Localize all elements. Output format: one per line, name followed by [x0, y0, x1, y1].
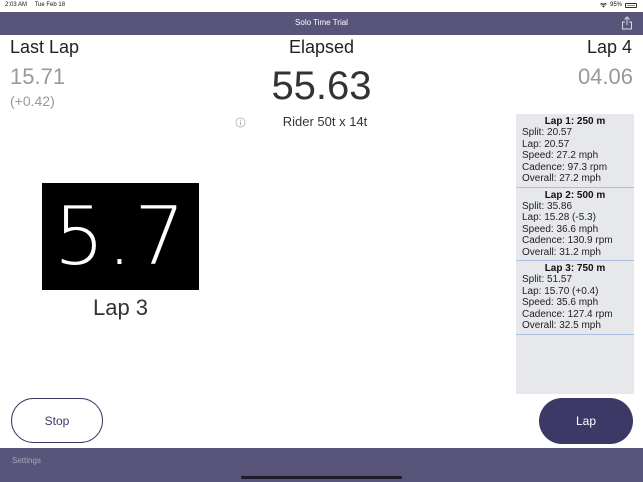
lap-stat: Lap: 20.57 [522, 138, 570, 150]
stop-button[interactable]: Stop [11, 398, 103, 443]
current-lap-time: 04.06 [577, 64, 633, 89]
nav-bar: Solo Time Trial [0, 12, 643, 35]
lap-title: Lap 3: 750 m [544, 263, 606, 274]
status-bar: 2:03 AM Tue Feb 18 95% [0, 0, 643, 12]
lap-stat: Split: 20.57 [522, 127, 573, 138]
lap-title: Lap 1: 250 m [544, 116, 606, 127]
status-left: 2:03 AM Tue Feb 18 [5, 2, 71, 8]
rider-gearing: Rider 50t x 14t [282, 114, 368, 129]
lap-stat: Cadence: 130.9 rpm [522, 235, 613, 246]
settings-link[interactable]: Settings [12, 456, 41, 465]
lap-title: Lap 2: 500 m [544, 189, 606, 201]
nav-title: Solo Time Trial [295, 18, 348, 27]
speed-display: 5.7 [42, 183, 199, 290]
lap-stat: Split: 35.86 [522, 200, 573, 212]
elapsed-label: Elapsed [288, 37, 355, 57]
lap-block: Lap 3: 750 m Split: 51.57 Lap: 15.70 (+0.4… [516, 261, 634, 335]
lap-stat: Cadence: 97.3 rpm [522, 161, 608, 173]
share-icon[interactable] [621, 16, 633, 30]
lap-stat: Overall: 32.5 mph [522, 320, 601, 331]
status-time: 2:03 AM [5, 2, 28, 8]
battery-icon [625, 2, 637, 8]
lap-button[interactable]: Lap [539, 398, 633, 444]
lap-stat: Overall: 31.2 mph [522, 246, 601, 258]
home-indicator [241, 476, 402, 479]
lap-stat: Cadence: 127.4 rpm [522, 308, 613, 320]
speed-lap-label: Lap 3 [92, 295, 149, 320]
status-right: 95% [600, 2, 637, 8]
bottom-bar: Settings [0, 448, 643, 482]
lap-block: Lap 2: 500 m Split: 35.86 Lap: 15.28 (-5.3… [516, 188, 634, 261]
lap-stat: Split: 51.57 [522, 274, 573, 285]
lap-stat: Speed: 27.2 mph [522, 150, 599, 161]
elapsed-time: 55.63 [271, 64, 372, 108]
info-icon[interactable] [235, 117, 246, 128]
lap-stat: Lap: 15.70 (+0.4) [522, 285, 599, 297]
wifi-icon [600, 2, 607, 7]
lap-stat: Lap: 15.28 (-5.3) [522, 212, 596, 223]
lap-stat: Speed: 35.6 mph [522, 297, 599, 308]
current-lap-label: Lap 4 [586, 37, 632, 57]
lap-block: Lap 1: 250 m Split: 20.57 Lap: 20.57 Speed:… [516, 114, 634, 188]
lap-stat: Speed: 36.6 mph [522, 223, 599, 235]
status-date: Tue Feb 18 [34, 2, 66, 8]
lap-details-panel: Lap 1: 250 m Split: 20.57 Lap: 20.57 Speed:… [516, 114, 634, 394]
lap-stat: Overall: 27.2 mph [522, 173, 601, 184]
battery-percent: 95% [609, 2, 622, 8]
